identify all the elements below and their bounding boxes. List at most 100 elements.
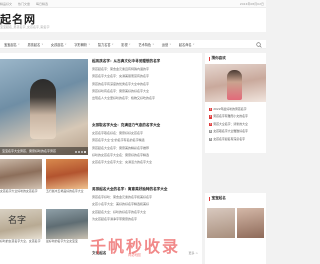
article-line[interactable]: 为女孩起名字满净字带寓意的名字 (92, 217, 202, 221)
thumb-caption[interactable]: 好听的女孩名字大全，女孩名字 (0, 239, 42, 244)
slider-dot[interactable] (81, 150, 83, 153)
article-block: 男孩起名大全的名字：寓意美好独特的名字大全 男孩名字好听：荣含金元素的名字和美好… (92, 187, 202, 221)
sidebar-image-figure (227, 70, 242, 100)
sidebar-list-item[interactable]: 4 女孩取名字大全雅致好名字 (209, 129, 265, 134)
chevron-down-icon: ▾ (129, 42, 131, 46)
chevron-down-icon: ▾ (193, 42, 195, 46)
nav-label: 字形解析 (74, 42, 88, 47)
top-link[interactable]: 热门文章 (18, 2, 30, 6)
sidebar-list-item[interactable]: 2 男孩名字有雅而小文的名字 (209, 114, 265, 119)
slider-dot-active[interactable] (84, 150, 86, 153)
nav-item[interactable]: 智力名答 ▾ (94, 40, 117, 49)
chevron-down-icon: ▾ (169, 42, 171, 46)
accent-bar (209, 56, 210, 61)
main-nav: 宝宝起名 ▾ 男孩起名 ▾ 女孩起名 ▾ 字形解析 ▾ 智力名答 ▾ 影视 ▾ 艺术特色 ▾ … (0, 40, 266, 49)
sidebar-card-header: 猜你喜欢 (205, 53, 266, 64)
thumb-image[interactable] (46, 209, 88, 239)
thumb-caption[interactable]: 女孩名字大全好听的女孩名字 (0, 189, 42, 194)
accent-bar (209, 196, 210, 201)
sidebar-list-item[interactable]: 3 男孩大全名字：清新的大全 (209, 122, 265, 126)
sidebar: 猜你喜欢 1 2022年最好听的男孩名字 2 男孩名字有雅而小文的名字 3 男孩大全名… (205, 53, 266, 264)
article-line[interactable]: 男孩名字好听：荣含金元素的名字和美好名字 (92, 195, 202, 199)
site-tagline: 宝宝起名_男孩名字_女孩名字_取名字 (0, 25, 50, 29)
rank-number: 3 (209, 122, 213, 126)
search-icon[interactable] (256, 41, 262, 48)
nav-label: 智力名答 (97, 42, 111, 47)
sidebar-card-recommend: 猜你喜欢 1 2022年最好听的男孩名字 2 男孩名字有雅而小文的名字 3 男孩大全名… (205, 53, 266, 153)
article-line[interactable]: 女孩名字取名好名：寓意好好女孩名字 (92, 131, 202, 135)
rank-number: 1 (209, 108, 213, 112)
nav-label: 起名命名 (178, 42, 192, 47)
slider-dot[interactable] (75, 150, 77, 153)
chevron-down-icon: ▾ (65, 42, 67, 46)
nav-item[interactable]: 女孩起名 ▾ (47, 40, 70, 49)
rank-number: 4 (209, 130, 213, 134)
nav-label: 宝宝起名 (4, 42, 17, 47)
nav-item[interactable]: 起名命名 ▾ (175, 40, 198, 49)
nav-item[interactable]: 字形解析 ▾ (70, 40, 93, 49)
chevron-down-icon: ▾ (152, 42, 154, 46)
article-line[interactable]: 男孩名字大全名字：充满美丽而富有的名字 (92, 74, 202, 78)
article-line[interactable]: 出现名人大全里好听的名字：植物又好吃的名字 (92, 96, 202, 100)
thumb-image[interactable] (46, 159, 88, 189)
nav-label: 女孩起名 (50, 42, 64, 47)
article-title[interactable]: 女孩取名字大全：充满活力气息的名字大全 (92, 123, 202, 128)
article-line[interactable]: 男孩起名大全名字：寓意美的精彩名字推荐 (92, 146, 202, 150)
footer-link[interactable]: 网站地图 (128, 252, 141, 257)
slider-dots (75, 150, 86, 153)
nav-label: 艺术特色 (138, 42, 152, 47)
sidebar-image[interactable] (205, 64, 266, 102)
sidebar-card-title: 猜你喜欢 (211, 56, 226, 60)
top-bar: 精品好文 热门文章 每日精选 2024年08月02日 (0, 0, 266, 8)
thumb-caption[interactable]: 最好听的名字大全女宝宝 (46, 239, 88, 244)
thumb-image[interactable] (0, 159, 42, 189)
sidebar-thumb[interactable] (207, 208, 235, 238)
nav-label: 运营 (161, 42, 169, 47)
nav-item[interactable]: 影视 ▾ (117, 40, 134, 49)
chevron-down-icon: ▾ (112, 42, 114, 46)
top-links: 精品好文 热门文章 每日精选 (0, 2, 48, 6)
sidebar-thumbs (205, 208, 266, 238)
nav-item[interactable]: 男孩起名 ▾ (23, 40, 46, 49)
more-link[interactable]: 更多 > (189, 251, 198, 255)
top-link[interactable]: 每日精选 (36, 2, 48, 6)
sidebar-list-item[interactable]: 5 女孩名字起名有深意名字 (209, 137, 265, 141)
nav-item[interactable]: 宝宝起名 ▾ (0, 40, 23, 49)
article-line[interactable]: 好听的女孩名字大全名：寓意好的名字精选 (92, 153, 202, 157)
chevron-down-icon: ▾ (88, 42, 90, 46)
rank-number: 5 (209, 137, 213, 141)
slider-dot[interactable] (78, 150, 80, 153)
article-line[interactable]: 女孩小名字大全：美好的好名字精选和美好 (92, 202, 202, 206)
nav-label: 影视 (121, 42, 128, 47)
nav-item[interactable]: 艺术特色 ▾ (134, 40, 157, 49)
article-line[interactable]: 男孩好听有名名字：寓意美好的好名字大全 (92, 89, 202, 93)
article-line[interactable]: 男孩名字大全'全'的名字有名的名字精选 (92, 138, 202, 142)
article-line[interactable]: 女孩起名大全：好听的好名字的名字大全 (92, 210, 202, 214)
article-block: 女孩取名字大全：充满活力气息的名字大全 女孩名字取名好名：寓意好好女孩名字 男孩… (92, 123, 202, 164)
calligraphy-text: 名字 (8, 216, 27, 226)
sidebar-thumb[interactable] (236, 208, 264, 238)
article-title[interactable]: 起男孩名字：从古典文化中寻觅理想的名字 (92, 59, 202, 64)
article-block: 起男孩名字：从古典文化中寻觅理想的名字 男孩起名字：荣含金元素且有特殊内涵的字 … (92, 59, 202, 100)
nav-item[interactable]: 运营 ▾ (158, 40, 175, 49)
top-link[interactable]: 精品好文 (0, 2, 12, 6)
thumb-image[interactable]: 名字 (0, 209, 42, 239)
sidebar-item-text: 女孩名字起名有深意名字 (213, 136, 245, 141)
sidebar-list-item[interactable]: 1 2022年最好听的男孩名字 (209, 107, 265, 112)
chevron-down-icon: ▾ (18, 42, 20, 46)
article-line[interactable]: 女孩名字大全名字大全：充满活力的名字大全 (92, 160, 202, 164)
site-header: 起名网 宝宝起名_男孩名字_女孩名字_取名字 (0, 8, 266, 32)
top-date: 2024年08月02日 (239, 2, 264, 6)
thumb-caption[interactable]: 五行属木五笔画好的名字大全 (46, 189, 88, 194)
sidebar-item-text: 女孩取名字大全雅致好名字 (213, 129, 248, 134)
chevron-down-icon: ▾ (41, 42, 43, 46)
hero-image (30, 79, 56, 139)
sidebar-item-text: 男孩名字有雅而小文的名字 (213, 114, 248, 119)
hero-slider[interactable]: 宝宝名字大全男孩，寓意好听的名字男孩 (0, 59, 88, 155)
sidebar-item-text: 2022年最好听的男孩名字 (213, 107, 247, 111)
article-line[interactable]: 男孩起名字：荣含金元素且有特殊内涵的字 (92, 67, 202, 71)
sidebar-item-text: 男孩大全名字：清新的大全 (213, 121, 248, 126)
article-title[interactable]: 男孩起名大全的名字：寓意美好独特的名字大全 (92, 187, 202, 192)
article-line[interactable]: 男孩的名字有深度的优秀名字大全中的名字 (92, 82, 202, 86)
rank-number: 2 (209, 115, 213, 119)
